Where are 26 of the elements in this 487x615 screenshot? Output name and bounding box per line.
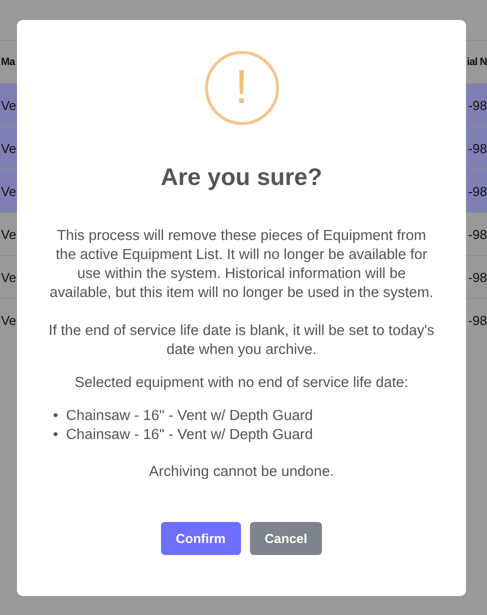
equipment-item: Chainsaw - 16" - Vent w/ Depth Guard <box>66 426 313 445</box>
cancel-button[interactable]: Cancel <box>250 522 322 555</box>
message-text: Selected equipment with no end of service life date: <box>74 374 410 393</box>
table-cell: Ve <box>0 127 17 169</box>
table-cell: Ve <box>0 84 17 126</box>
equipment-item: Chainsaw - 16" - Vent w/ Depth Guard <box>66 407 313 426</box>
table-cell-text: -98 <box>467 268 487 286</box>
table-cell: -98 <box>466 127 487 169</box>
warning-note: Archiving cannot be undone. <box>148 463 335 482</box>
warning-icon: ! <box>204 51 278 125</box>
message-text: If the end of service life date is blank, it will be set to today's date when you archive. <box>48 322 436 360</box>
dialog-title: Are you sure? <box>160 164 324 192</box>
table-cell-text: -98 <box>467 312 487 330</box>
list-bullet: • <box>53 407 60 426</box>
table-cell-text: -98 <box>467 226 487 244</box>
confirm-button[interactable]: Confirm <box>160 522 241 555</box>
table-cell-text: Ve <box>0 312 17 330</box>
table-cell: -98 <box>466 170 487 212</box>
table-cell: Ve <box>0 170 17 212</box>
column-header: Ma <box>0 55 16 70</box>
message-text: This process will remove these pieces of Equipment from the active Equipment List. It will no longer be available for use within the system. Historical information will be available, but this item will no longer be used in the system. <box>48 227 434 303</box>
table-cell-text: Ve <box>0 268 17 286</box>
list-bullet: • <box>53 426 60 445</box>
table-cell: -98 <box>466 84 487 126</box>
table-cell-text: Ve <box>0 226 17 244</box>
column-header: ial N <box>466 55 487 70</box>
